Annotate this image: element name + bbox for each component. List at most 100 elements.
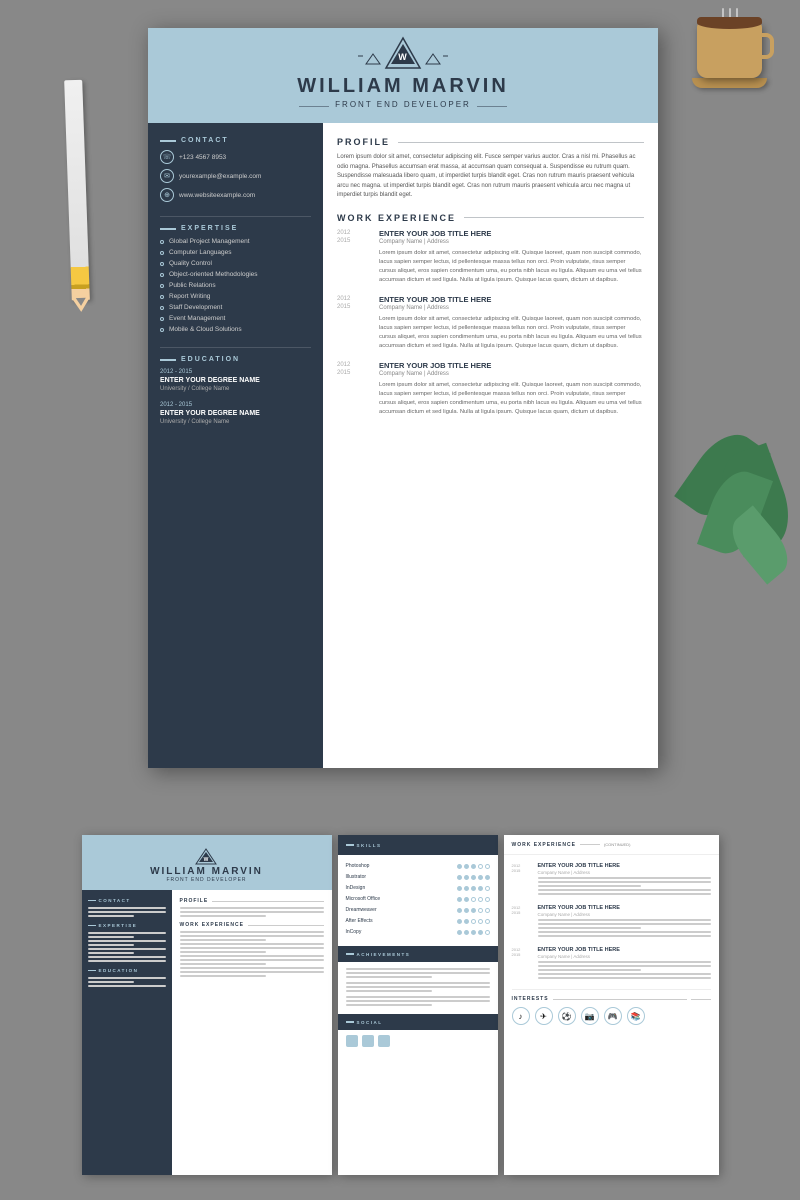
preview3-work-item-1: 20122015 ENTER YOUR JOB TITLE HERE Compa…: [512, 863, 711, 897]
expertise-text-9: Mobile & Cloud Solutions: [169, 326, 242, 333]
preview1-logo: W: [184, 848, 229, 866]
preview1-line: [180, 951, 266, 953]
preview1-work-title: WORK EXPERIENCE: [180, 922, 324, 928]
work-desc-1: Lorem ipsum dolor sit amet, consectetur …: [379, 249, 644, 285]
skill-name-microsoft: Microsoft Office: [346, 896, 381, 902]
preview3-year-3: 20122015: [512, 947, 532, 981]
skill-dot: [485, 908, 490, 913]
skill-dots-incopy: [457, 930, 490, 935]
edu-item-2: 2012 - 2015 ENTER YOUR DEGREE NAME Unive…: [160, 402, 311, 425]
skill-dot: [478, 919, 483, 924]
phone-contact: ☏ +123 4567 8953: [160, 150, 311, 164]
preview1-line: [180, 967, 324, 969]
profile-section: PROFILE Lorem ipsum dolor sit amet, cons…: [337, 137, 644, 201]
skill-dot: [464, 897, 469, 902]
preview3-line: [538, 893, 711, 895]
page-previews-container: W WILLIAM MARVIN FRONT END DEVELOPER CON…: [0, 835, 800, 1175]
preview3-line: [538, 919, 711, 921]
expertise-dot: [160, 328, 164, 332]
cup-body: [697, 23, 762, 78]
expertise-text-1: Global Project Management: [169, 238, 250, 245]
preview3-year-2: 20122015: [512, 905, 532, 939]
skill-dot: [457, 919, 462, 924]
preview3-body: 20122015 ENTER YOUR JOB TITLE HERE Compa…: [504, 855, 719, 1033]
interests-icons-row: ♪ ✈ ⚽ 📷 🎮 📚: [512, 1007, 711, 1025]
preview3-line: [538, 931, 711, 933]
edu-degree-2: ENTER YOUR DEGREE NAME: [160, 410, 311, 417]
edu-item-1: 2012 - 2015 ENTER YOUR DEGREE NAME Unive…: [160, 369, 311, 392]
skill-dot: [471, 908, 476, 913]
skill-dot: [457, 908, 462, 913]
skill-name-incopy: InCopy: [346, 929, 362, 935]
preview1-profile-title: PROFILE: [180, 898, 324, 904]
skill-row-indesign: InDesign: [346, 885, 490, 891]
preview1-expertise-label: EXPERTISE: [88, 923, 166, 928]
phone-icon: ☏: [160, 150, 174, 164]
skill-dot: [457, 864, 462, 869]
skill-dot: [464, 908, 469, 913]
expertise-dot: [160, 284, 164, 288]
skill-dot: [457, 886, 462, 891]
website-text: www.websiteexample.com: [179, 192, 255, 199]
pencil-tip-graphite: [76, 298, 86, 306]
expertise-item-5: Public Relations: [160, 282, 311, 289]
resume-header: W WILLIAM MARVIN FRONT END DEVELOPER: [148, 28, 658, 123]
profile-section-title: PROFILE: [337, 137, 644, 147]
ach-line: [346, 972, 490, 974]
expertise-text-4: Object-oriented Methodologies: [169, 271, 258, 278]
skill-name-indesign: InDesign: [346, 885, 366, 891]
skill-dots-indesign: [457, 886, 490, 891]
skill-name-dreamweaver: Dreamweaver: [346, 907, 377, 913]
expertise-item-4: Object-oriented Methodologies: [160, 271, 311, 278]
skill-row-aftereffects: After Effects: [346, 918, 490, 924]
contact-section: CONTACT ☏ +123 4567 8953 ✉ yourexample@e…: [160, 137, 311, 202]
profile-text: Lorem ipsum dolor sit amet, consectetur …: [337, 153, 644, 201]
skill-dot: [471, 930, 476, 935]
expertise-item-2: Computer Languages: [160, 249, 311, 256]
preview3-interests-label: INTERESTS: [512, 996, 711, 1002]
header-triangles-svg: W: [358, 36, 448, 76]
skill-dot: [485, 897, 490, 902]
preview3-details-2: ENTER YOUR JOB TITLE HERE Company Name |…: [538, 905, 711, 939]
preview1-line: [180, 975, 266, 977]
expertise-dot: [160, 273, 164, 277]
work-item-1: 20122015 ENTER YOUR JOB TITLE HERE Compa…: [337, 229, 644, 285]
preview2-skills-label: SKILLS: [346, 843, 382, 848]
skill-dots-microsoft: [457, 897, 490, 902]
skill-dot: [457, 875, 462, 880]
skill-dot: [464, 886, 469, 891]
edu-school-2: University / College Name: [160, 419, 311, 425]
skill-dots-photoshop: [457, 864, 490, 869]
skill-dot: [471, 864, 476, 869]
skill-name-photoshop: Photoshop: [346, 863, 370, 869]
ach-line: [346, 1000, 490, 1002]
expertise-dot: [160, 251, 164, 255]
preview3-details-1: ENTER YOUR JOB TITLE HERE Company Name |…: [538, 863, 711, 897]
social-icon-fb: [346, 1035, 358, 1047]
svg-text:W: W: [204, 857, 209, 863]
title-right-line: [477, 106, 507, 107]
preview1-main: PROFILE WORK EXPERIENCE: [172, 890, 332, 1175]
email-contact: ✉ yourexample@example.com: [160, 169, 311, 183]
ach-line: [346, 990, 432, 992]
preview1-line: [88, 944, 135, 946]
resume-main-content: PROFILE Lorem ipsum dolor sit amet, cons…: [323, 123, 658, 768]
preview3-line: [538, 927, 642, 929]
preview1-sidebar: CONTACT EXPERTISE EDUCATION: [82, 890, 172, 1175]
preview3-line: [538, 961, 711, 963]
preview1-contact-label: CONTACT: [88, 898, 166, 903]
email-text: yourexample@example.com: [179, 173, 261, 180]
expertise-dot: [160, 317, 164, 321]
preview3-line: [538, 969, 642, 971]
preview3-line: [538, 889, 711, 891]
preview1-line: [180, 935, 324, 937]
preview3-line: [538, 923, 711, 925]
coffee-cup-decoration: [687, 8, 772, 93]
resume-document: W WILLIAM MARVIN FRONT END DEVELOPER: [148, 28, 658, 768]
expertise-dot: [160, 306, 164, 310]
interest-icon-3: ⚽: [558, 1007, 576, 1025]
phone-text: +123 4567 8953: [179, 154, 226, 161]
expertise-section-title: EXPERTISE: [160, 225, 311, 232]
ach-line: [346, 996, 490, 998]
social-icon-tw: [362, 1035, 374, 1047]
